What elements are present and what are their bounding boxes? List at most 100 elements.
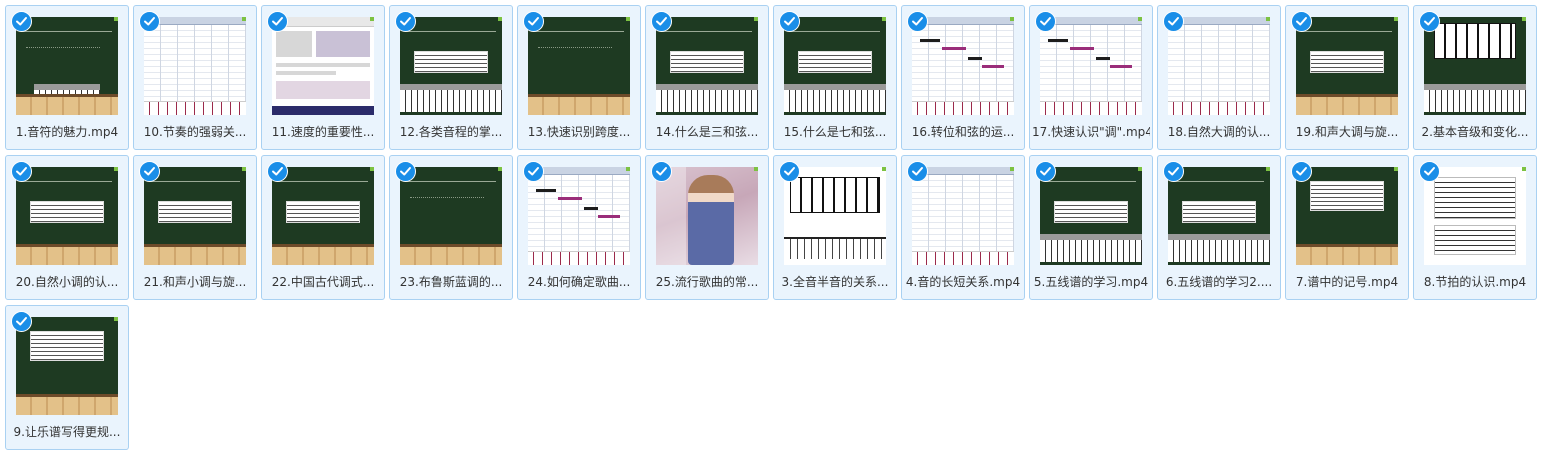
checkmark-icon[interactable] bbox=[11, 11, 32, 32]
file-tile[interactable]: 2.基本音级和变化... bbox=[1413, 5, 1537, 150]
file-name-label: 6.五线谱的学习2.... bbox=[1165, 275, 1273, 289]
checkmark-icon[interactable] bbox=[139, 11, 160, 32]
video-thumbnail bbox=[144, 17, 246, 115]
video-thumbnail bbox=[528, 167, 630, 265]
file-name-label: 23.布鲁斯蓝调的... bbox=[399, 275, 503, 289]
checkmark-icon[interactable] bbox=[267, 11, 288, 32]
video-thumbnail bbox=[528, 17, 630, 115]
file-tile[interactable]: 22.中国古代调式... bbox=[261, 155, 385, 300]
video-thumbnail bbox=[656, 167, 758, 265]
file-name-label: 21.和声小调与旋... bbox=[143, 275, 247, 289]
file-name-label: 10.节奏的强弱关... bbox=[143, 125, 247, 139]
file-tile[interactable]: 13.快速识别跨度... bbox=[517, 5, 641, 150]
file-name-label: 14.什么是三和弦... bbox=[655, 125, 759, 139]
file-name-label: 20.自然小调的认... bbox=[15, 275, 119, 289]
checkmark-icon[interactable] bbox=[523, 161, 544, 182]
file-tile[interactable]: 23.布鲁斯蓝调的... bbox=[389, 155, 513, 300]
file-tile[interactable]: 8.节拍的认识.mp4 bbox=[1413, 155, 1537, 300]
file-name-label: 24.如何确定歌曲... bbox=[527, 275, 631, 289]
file-name-label: 8.节拍的认识.mp4 bbox=[1423, 275, 1527, 289]
video-thumbnail bbox=[784, 167, 886, 265]
checkmark-icon[interactable] bbox=[139, 161, 160, 182]
checkmark-icon[interactable] bbox=[651, 161, 672, 182]
video-thumbnail bbox=[272, 17, 374, 115]
file-tile[interactable]: 10.节奏的强弱关... bbox=[133, 5, 257, 150]
video-thumbnail bbox=[16, 17, 118, 115]
checkmark-icon[interactable] bbox=[395, 161, 416, 182]
video-thumbnail bbox=[400, 167, 502, 265]
checkmark-icon[interactable] bbox=[1035, 11, 1056, 32]
file-tile[interactable]: 18.自然大调的认... bbox=[1157, 5, 1281, 150]
video-thumbnail bbox=[1168, 17, 1270, 115]
video-thumbnail bbox=[400, 17, 502, 115]
video-thumbnail bbox=[784, 17, 886, 115]
file-name-label: 15.什么是七和弦... bbox=[783, 125, 887, 139]
checkmark-icon[interactable] bbox=[651, 11, 672, 32]
video-thumbnail bbox=[1296, 17, 1398, 115]
file-name-label: 18.自然大调的认... bbox=[1167, 125, 1271, 139]
checkmark-icon[interactable] bbox=[1035, 161, 1056, 182]
file-tile[interactable]: 20.自然小调的认... bbox=[5, 155, 129, 300]
video-thumbnail bbox=[144, 167, 246, 265]
checkmark-icon[interactable] bbox=[1419, 161, 1440, 182]
file-name-label: 1.音符的魅力.mp4 bbox=[15, 125, 119, 139]
file-tile[interactable]: 24.如何确定歌曲... bbox=[517, 155, 641, 300]
checkmark-icon[interactable] bbox=[1163, 11, 1184, 32]
file-name-label: 12.各类音程的掌... bbox=[399, 125, 503, 139]
file-name-label: 3.全音半音的关系... bbox=[781, 275, 889, 289]
video-thumbnail bbox=[912, 167, 1014, 265]
file-tile[interactable]: 25.流行歌曲的常... bbox=[645, 155, 769, 300]
file-name-label: 13.快速识别跨度... bbox=[527, 125, 631, 139]
checkmark-icon[interactable] bbox=[1163, 161, 1184, 182]
file-name-label: 16.转位和弦的运... bbox=[911, 125, 1015, 139]
file-grid: 1.音符的魅力.mp4 10.节奏的强弱关... 11.速度的重要性... 12.各类… bbox=[5, 5, 1545, 457]
file-tile[interactable]: 17.快速认识"调".mp4 bbox=[1029, 5, 1153, 150]
checkmark-icon[interactable] bbox=[907, 11, 928, 32]
file-tile[interactable]: 4.音的长短关系.mp4 bbox=[901, 155, 1025, 300]
video-thumbnail bbox=[272, 167, 374, 265]
video-thumbnail bbox=[1040, 17, 1142, 115]
file-name-label: 17.快速认识"调".mp4 bbox=[1032, 125, 1150, 139]
file-tile[interactable]: 16.转位和弦的运... bbox=[901, 5, 1025, 150]
checkmark-icon[interactable] bbox=[779, 161, 800, 182]
checkmark-icon[interactable] bbox=[779, 11, 800, 32]
file-tile[interactable]: 1.音符的魅力.mp4 bbox=[5, 5, 129, 150]
file-name-label: 22.中国古代调式... bbox=[271, 275, 375, 289]
file-name-label: 19.和声大调与旋... bbox=[1295, 125, 1399, 139]
checkmark-icon[interactable] bbox=[1291, 11, 1312, 32]
video-thumbnail bbox=[1040, 167, 1142, 265]
video-thumbnail bbox=[656, 17, 758, 115]
file-tile[interactable]: 12.各类音程的掌... bbox=[389, 5, 513, 150]
file-tile[interactable]: 11.速度的重要性... bbox=[261, 5, 385, 150]
video-thumbnail bbox=[1424, 167, 1526, 265]
video-thumbnail bbox=[1424, 17, 1526, 115]
checkmark-icon[interactable] bbox=[11, 311, 32, 332]
file-tile[interactable]: 5.五线谱的学习.mp4 bbox=[1029, 155, 1153, 300]
video-thumbnail bbox=[912, 17, 1014, 115]
video-thumbnail bbox=[16, 317, 118, 415]
file-tile[interactable]: 15.什么是七和弦... bbox=[773, 5, 897, 150]
checkmark-icon[interactable] bbox=[267, 161, 288, 182]
checkmark-icon[interactable] bbox=[395, 11, 416, 32]
file-tile[interactable]: 19.和声大调与旋... bbox=[1285, 5, 1409, 150]
file-tile[interactable]: 7.谱中的记号.mp4 bbox=[1285, 155, 1409, 300]
file-name-label: 11.速度的重要性... bbox=[271, 125, 375, 139]
checkmark-icon[interactable] bbox=[523, 11, 544, 32]
video-thumbnail bbox=[1168, 167, 1270, 265]
checkmark-icon[interactable] bbox=[1291, 161, 1312, 182]
file-tile[interactable]: 9.让乐谱写得更规... bbox=[5, 305, 129, 450]
file-name-label: 7.谱中的记号.mp4 bbox=[1295, 275, 1399, 289]
file-name-label: 4.音的长短关系.mp4 bbox=[905, 275, 1021, 289]
checkmark-icon[interactable] bbox=[907, 161, 928, 182]
video-thumbnail bbox=[16, 167, 118, 265]
file-tile[interactable]: 6.五线谱的学习2.... bbox=[1157, 155, 1281, 300]
file-name-label: 5.五线谱的学习.mp4 bbox=[1033, 275, 1149, 289]
file-tile[interactable]: 14.什么是三和弦... bbox=[645, 5, 769, 150]
file-tile[interactable]: 3.全音半音的关系... bbox=[773, 155, 897, 300]
file-name-label: 9.让乐谱写得更规... bbox=[13, 425, 121, 439]
checkmark-icon[interactable] bbox=[11, 161, 32, 182]
file-tile[interactable]: 21.和声小调与旋... bbox=[133, 155, 257, 300]
file-name-label: 2.基本音级和变化... bbox=[1421, 125, 1529, 139]
file-name-label: 25.流行歌曲的常... bbox=[655, 275, 759, 289]
checkmark-icon[interactable] bbox=[1419, 11, 1440, 32]
